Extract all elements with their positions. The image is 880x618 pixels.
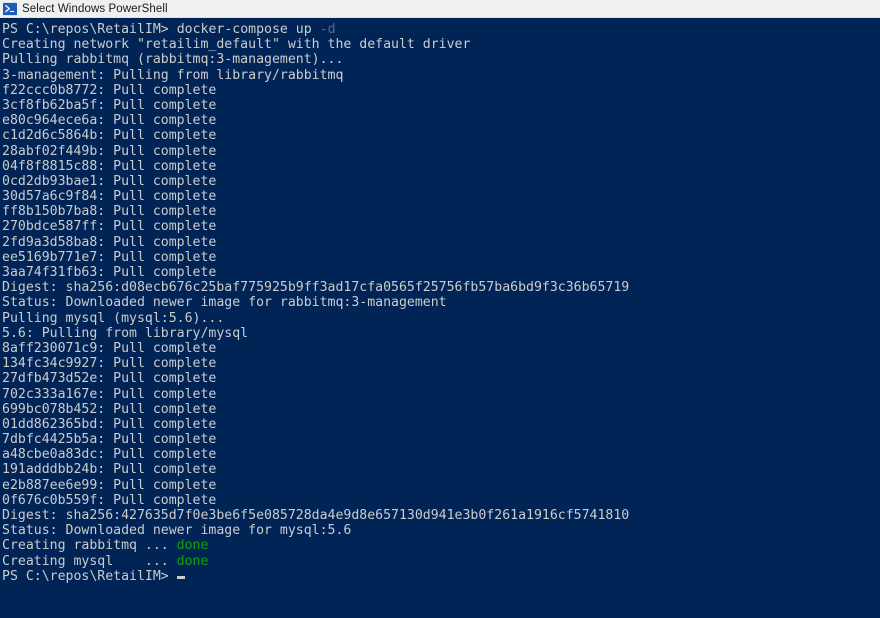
terminal-line: Pulling rabbitmq (rabbitmq:3-management)… [2, 52, 344, 68]
terminal-line: 8aff230071c9: Pull complete [2, 340, 217, 356]
terminal-line: ee5169b771e7: Pull complete [2, 249, 217, 265]
terminal-line: 191adddbb24b: Pull complete [2, 462, 217, 478]
prompt-text: PS C:\repos\RetailIM> [2, 568, 169, 584]
terminal-line: 702c333a167e: Pull complete [2, 386, 217, 402]
terminal-line-command: PS C:\repos\RetailIM> docker-compose up … [2, 22, 880, 37]
window-title: Select Windows PowerShell [22, 2, 168, 15]
terminal-line-create-result: Creating rabbitmq ... done [2, 538, 880, 553]
terminal-line: 134fc34c9927: Pull complete [2, 356, 217, 372]
terminal-line: Pulling mysql (mysql:5.6)... [2, 310, 225, 326]
terminal-line: 3-management: Pulling from library/rabbi… [2, 67, 344, 83]
create-label: Creating rabbitmq ... [2, 538, 177, 554]
terminal-output-area[interactable]: PS C:\repos\RetailIM> docker-compose up … [0, 18, 880, 618]
terminal-line: 2fd9a3d58ba8: Pull complete [2, 234, 217, 250]
terminal-line: 01dd862365bd: Pull complete [2, 416, 217, 432]
terminal-line-digest: Digest: sha256:427635d7f0e3be6f5e085728d… [2, 508, 630, 523]
terminal-line: 30d57a6c9f84: Pull complete [2, 189, 217, 205]
terminal-line: 3aa74f31fb63: Pull complete [2, 265, 217, 280]
terminal-line: ff8b150b7ba8: Pull complete [2, 204, 217, 220]
terminal-line: c1d2d6c5864b: Pull complete [2, 128, 217, 144]
window-titlebar[interactable]: Select Windows PowerShell [0, 0, 880, 18]
terminal-line: 28abf02f449b: Pull complete [2, 143, 217, 159]
terminal-line: 04f8f8815c88: Pull complete [2, 158, 217, 174]
terminal-line: e80c964ece6a: Pull complete [2, 113, 217, 129]
terminal-line: e2b887ee6e99: Pull complete [2, 477, 217, 493]
terminal-line: 27dfb473d52e: Pull complete [2, 371, 217, 387]
command-text: docker-compose up [176, 22, 312, 37]
command-flag: -d [319, 22, 336, 37]
status-badge: done [176, 538, 209, 554]
terminal-line: a48cbe0a83dc: Pull complete [2, 447, 217, 463]
terminal-line-digest: Digest: sha256:d08ecb676c25baf775925b9ff… [2, 280, 630, 296]
terminal-line: 3cf8fb62ba5f: Pull complete [2, 97, 217, 113]
terminal-line: Creating network "retailim_default" with… [2, 37, 471, 53]
terminal-line: 0f676c0b559f: Pull complete [2, 492, 217, 508]
terminal-line: 5.6: Pulling from library/mysql [2, 325, 249, 341]
terminal-line: 7dbfc4425b5a: Pull complete [2, 432, 217, 448]
terminal-line: 270bdce587ff: Pull complete [2, 219, 217, 235]
command-spacer [169, 22, 177, 37]
flag-spacer [312, 22, 320, 37]
terminal-line: 0cd2db93bae1: Pull complete [2, 173, 217, 189]
terminal-line-status: Status: Downloaded newer image for rabbi… [2, 295, 447, 311]
terminal-line: 699bc078b452: Pull complete [2, 401, 217, 417]
terminal-line-create-result: Creating mysql ... done [2, 554, 880, 569]
terminal-line-prompt-final[interactable]: PS C:\repos\RetailIM> [2, 569, 880, 584]
powershell-prompt-icon [3, 2, 17, 15]
create-label: Creating mysql ... [2, 553, 177, 569]
terminal-line: f22ccc0b8772: Pull complete [2, 82, 217, 98]
status-badge: done [176, 553, 209, 569]
terminal-line-status: Status: Downloaded newer image for mysql… [2, 523, 352, 539]
text-cursor [176, 575, 185, 579]
prompt-text: PS C:\repos\RetailIM> [2, 22, 169, 37]
